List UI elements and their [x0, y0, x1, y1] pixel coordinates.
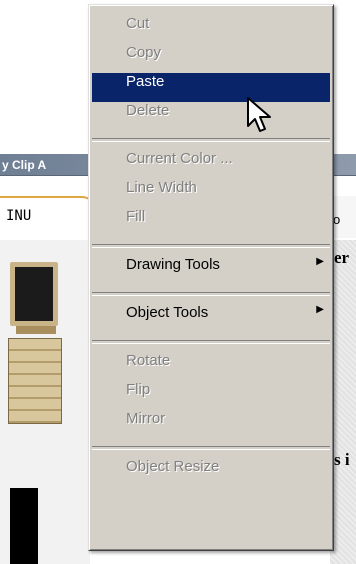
window-title: y Clip A	[2, 158, 47, 172]
menu-item-delete[interactable]: Delete	[92, 102, 330, 131]
menu-item-label: Fill	[126, 208, 146, 225]
menu-item-fill[interactable]: Fill	[92, 208, 330, 237]
menu-item-paste[interactable]: Paste	[92, 73, 330, 102]
menu-item-label: Cut	[126, 15, 150, 32]
menu-item-object-tools[interactable]: Object Tools ▶	[92, 304, 330, 333]
submenu-arrow-icon: ▶	[316, 256, 324, 267]
menu-item-label: Object Tools	[126, 304, 209, 321]
tab-menu[interactable]: INU	[0, 196, 96, 238]
menu-item-label: Object Resize	[126, 458, 220, 475]
menu-item-label: Line Width	[126, 179, 197, 196]
content-text-fragment: er	[334, 248, 350, 267]
submenu-arrow-icon: ▶	[316, 304, 324, 315]
menu-item-copy[interactable]: Copy	[92, 44, 330, 73]
content-text-fragment: s i	[334, 450, 350, 469]
menu-separator	[92, 446, 330, 450]
menu-item-drawing-tools[interactable]: Drawing Tools ▶	[92, 256, 330, 285]
menu-separator	[92, 244, 330, 248]
monitor-clipart-icon	[10, 262, 58, 326]
menu-item-label: Rotate	[126, 352, 171, 369]
tab-right-label: o	[333, 212, 341, 227]
menu-item-label: Current Color ...	[126, 150, 233, 167]
menu-item-label: Copy	[126, 44, 162, 61]
menu-item-label: Flip	[126, 381, 151, 398]
tab-menu-label: INU	[6, 208, 32, 224]
menu-item-line-width[interactable]: Line Width	[92, 179, 330, 208]
menu-separator	[92, 292, 330, 296]
arrow-pointer-icon	[247, 97, 271, 132]
monitor-base-icon	[16, 326, 56, 334]
menu-item-label: Delete	[126, 102, 170, 119]
menu-item-flip[interactable]: Flip	[92, 381, 330, 410]
context-menu: Cut Copy Paste Delete Current Color ... …	[88, 4, 334, 551]
menu-item-rotate[interactable]: Rotate	[92, 352, 330, 381]
menu-separator	[92, 340, 330, 344]
computer-clipart-icon	[8, 338, 62, 424]
menu-item-object-resize[interactable]: Object Resize	[92, 458, 330, 487]
black-shape	[10, 488, 38, 564]
menu-item-mirror[interactable]: Mirror	[92, 410, 330, 439]
menu-item-label: Mirror	[126, 410, 166, 427]
menu-item-cut[interactable]: Cut	[92, 15, 330, 44]
menu-item-current-color[interactable]: Current Color ...	[92, 150, 330, 179]
menu-separator	[92, 138, 330, 142]
menu-item-label: Drawing Tools	[126, 256, 220, 273]
menu-item-label: Paste	[126, 73, 165, 90]
